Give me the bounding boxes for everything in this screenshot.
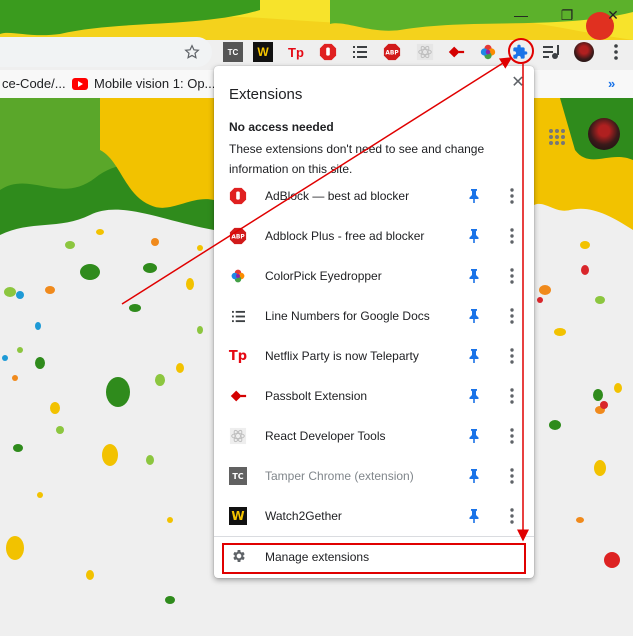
pin-icon[interactable] (467, 428, 481, 444)
colorpick-icon (229, 267, 247, 285)
extension-name: Tamper Chrome (extension) (265, 469, 414, 483)
section-description: These extensions don't need to see and c… (229, 142, 485, 176)
extension-name: Watch2Gether (265, 509, 342, 523)
teleparty-icon: Tp (228, 348, 248, 364)
extension-row[interactable]: ColorPick Eyedropper (214, 256, 534, 296)
manage-extensions-label: Manage extensions (265, 550, 370, 564)
pin-icon[interactable] (467, 388, 481, 404)
pin-icon[interactable] (467, 348, 481, 364)
more-options-icon[interactable] (507, 427, 517, 445)
adblock-plus-icon[interactable]: ABP (382, 42, 402, 62)
youtube-icon (72, 77, 88, 90)
pin-icon[interactable] (467, 228, 481, 244)
bookmarks-overflow-button[interactable]: » (608, 76, 615, 91)
line-numbers-icon (229, 307, 247, 325)
kebab-menu-icon[interactable] (606, 42, 626, 62)
extension-name: AdBlock — best ad blocker (265, 189, 410, 203)
extension-row[interactable]: Passbolt Extension (214, 376, 534, 416)
minimize-button[interactable]: — (498, 0, 544, 30)
more-options-icon[interactable] (507, 187, 517, 205)
react-devtools-icon (229, 427, 247, 445)
colorpick-icon[interactable] (478, 42, 498, 62)
extension-row[interactable]: TC Tamper Chrome (extension) (214, 456, 534, 496)
more-options-icon[interactable] (507, 347, 517, 365)
pin-icon[interactable] (467, 268, 481, 284)
extension-row[interactable]: W Watch2Gether (214, 496, 534, 536)
more-options-icon[interactable] (507, 467, 517, 485)
tamper-chrome-icon[interactable]: TC (223, 42, 243, 62)
page-avatar[interactable] (588, 118, 620, 150)
line-numbers-icon[interactable] (350, 42, 370, 62)
manage-extensions-button[interactable]: Manage extensions (214, 538, 534, 574)
bookmark-item[interactable]: Mobile vision 1: Op... (72, 76, 215, 91)
more-options-icon[interactable] (507, 227, 517, 245)
adblock-plus-icon: ABP (229, 227, 247, 245)
extension-row[interactable]: React Developer Tools (214, 416, 534, 456)
extension-name: Line Numbers for Google Docs (265, 309, 430, 323)
extension-row[interactable]: AdBlock — best ad blocker (214, 176, 534, 216)
minimize-icon: — (514, 7, 528, 23)
extension-row[interactable]: ABP Adblock Plus - free ad blocker (214, 216, 534, 256)
close-icon: ✕ (607, 6, 619, 23)
popup-title: Extensions (229, 86, 303, 103)
extension-name: React Developer Tools (265, 429, 386, 443)
teleparty-icon[interactable]: Tp (286, 42, 306, 62)
adblock-icon[interactable] (318, 42, 338, 62)
close-window-button[interactable]: ✕ (590, 0, 633, 30)
extension-name: Netflix Party is now Teleparty (265, 349, 419, 363)
pin-icon[interactable] (467, 308, 481, 324)
tamper-chrome-icon: TC (229, 467, 247, 485)
pin-icon[interactable] (467, 468, 481, 484)
extension-name: Adblock Plus - free ad blocker (265, 229, 425, 243)
pin-icon[interactable] (467, 508, 481, 524)
avatar[interactable] (574, 42, 594, 62)
svg-text:ABP: ABP (385, 51, 399, 57)
adblock-icon (229, 187, 247, 205)
extensions-popup: Extensions ✕ No access needed These exte… (214, 66, 534, 578)
extensions-puzzle-button[interactable] (510, 42, 530, 62)
close-icon: ✕ (511, 74, 525, 91)
passbolt-icon[interactable] (446, 42, 466, 62)
gear-icon (233, 550, 245, 562)
close-popup-button[interactable]: ✕ (509, 74, 527, 92)
apps-grid-icon[interactable] (548, 128, 566, 146)
puzzle-icon (513, 44, 528, 59)
media-control-icon[interactable] (542, 42, 562, 62)
extension-row[interactable]: Tp Netflix Party is now Teleparty (214, 336, 534, 376)
restore-icon: ❐ (560, 6, 574, 23)
svg-text:ABP: ABP (231, 235, 245, 241)
more-options-icon[interactable] (507, 507, 517, 525)
extension-name: Passbolt Extension (265, 389, 368, 403)
bookmark-item[interactable]: ce-Code/... (2, 76, 66, 91)
extension-name: ColorPick Eyedropper (265, 269, 382, 283)
address-bar[interactable] (0, 37, 212, 67)
browser-toolbar: TC W Tp ABP (0, 36, 633, 70)
bookmark-label: Mobile vision 1: Op... (94, 76, 216, 91)
react-devtools-icon[interactable] (415, 42, 435, 62)
more-options-icon[interactable] (507, 307, 517, 325)
extension-row[interactable]: Line Numbers for Google Docs (214, 296, 534, 336)
more-options-icon[interactable] (507, 387, 517, 405)
watch2gether-icon[interactable]: W (253, 42, 273, 62)
passbolt-icon (229, 387, 247, 405)
watch2gether-icon: W (229, 507, 247, 525)
star-icon[interactable] (184, 44, 200, 60)
more-options-icon[interactable] (507, 267, 517, 285)
section-heading: No access needed (229, 120, 334, 134)
pin-icon[interactable] (467, 188, 481, 204)
restore-button[interactable]: ❐ (544, 0, 590, 30)
divider (214, 536, 534, 537)
